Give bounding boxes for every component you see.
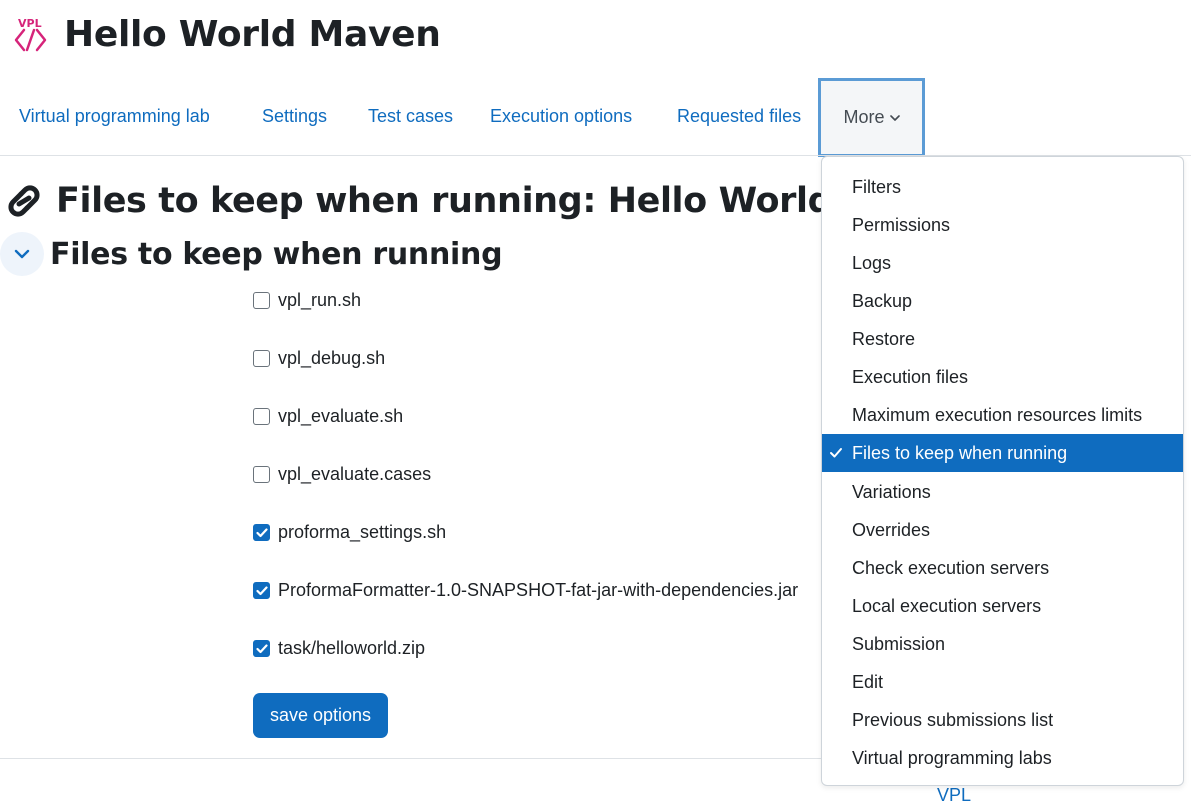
checkmark-icon: [255, 527, 268, 537]
file-row: vpl_run.sh: [253, 290, 361, 311]
chevron-down-icon: [889, 115, 900, 121]
file-row: task/helloworld.zip: [253, 638, 425, 659]
link-icon: [8, 185, 40, 217]
menu-item-permissions[interactable]: Permissions: [822, 206, 1183, 244]
file-checkbox[interactable]: [253, 350, 270, 367]
tab-test-cases[interactable]: Test cases: [368, 106, 453, 127]
menu-item-previous-submissions[interactable]: Previous submissions list: [822, 701, 1183, 739]
file-checkbox[interactable]: [253, 292, 270, 309]
file-checkbox[interactable]: [253, 466, 270, 483]
page-title: Hello World Maven: [64, 14, 441, 55]
section-header: Files to keep when running: [0, 232, 503, 276]
file-checkbox[interactable]: [253, 582, 270, 599]
menu-item-backup[interactable]: Backup: [822, 282, 1183, 320]
footer-vpl-link[interactable]: VPL: [937, 785, 971, 802]
menu-item-filters[interactable]: Filters: [822, 168, 1183, 206]
file-checkbox[interactable]: [253, 408, 270, 425]
menu-item-submission[interactable]: Submission: [822, 625, 1183, 663]
checkmark-icon: [255, 585, 268, 595]
menu-item-execution-files[interactable]: Execution files: [822, 358, 1183, 396]
file-label: vpl_evaluate.cases: [278, 464, 432, 484]
menu-item-max-execution-limits[interactable]: Maximum execution resources limits: [822, 396, 1183, 434]
file-label: ProformaFormatter-1.0-SNAPSHOT-fat-jar-w…: [278, 580, 799, 600]
section-heading: Files to keep when running: [50, 236, 503, 272]
file-label: task/helloworld.zip: [278, 638, 426, 658]
file-checkbox[interactable]: [253, 640, 270, 657]
vpl-logo: VPL: [14, 15, 50, 55]
page-header: VPL Hello World Maven: [14, 14, 441, 55]
file-row: ProformaFormatter-1.0-SNAPSHOT-fat-jar-w…: [253, 580, 798, 601]
tab-requested-files[interactable]: Requested files: [677, 106, 801, 127]
file-label: vpl_evaluate.sh: [278, 406, 404, 426]
check-icon: [830, 448, 842, 458]
tab-more-label: More: [843, 107, 885, 127]
menu-item-restore[interactable]: Restore: [822, 320, 1183, 358]
more-dropdown-menu: Filters Permissions Logs Backup Restore …: [821, 156, 1184, 786]
file-label: vpl_debug.sh: [278, 348, 386, 368]
collapse-toggle-button[interactable]: [0, 232, 44, 276]
chevron-down-icon: [14, 249, 30, 259]
menu-item-files-to-keep[interactable]: Files to keep when running: [822, 434, 1183, 472]
menu-item-label: Files to keep when running: [852, 442, 1068, 463]
footer-divider: [0, 758, 830, 759]
tab-more[interactable]: More: [818, 78, 925, 157]
menu-item-variations[interactable]: Variations: [822, 473, 1183, 511]
code-brackets-icon: [14, 28, 47, 51]
menu-item-local-execution-servers[interactable]: Local execution servers: [822, 587, 1183, 625]
file-row: vpl_evaluate.sh: [253, 406, 403, 427]
menu-item-virtual-programming-labs[interactable]: Virtual programming labs: [822, 739, 1183, 777]
tab-execution-options[interactable]: Execution options: [490, 106, 632, 127]
menu-item-overrides[interactable]: Overrides: [822, 511, 1183, 549]
file-label: vpl_run.sh: [278, 290, 362, 310]
menu-item-check-execution-servers[interactable]: Check execution servers: [822, 549, 1183, 587]
menu-item-logs[interactable]: Logs: [822, 244, 1183, 282]
checkmark-icon: [255, 643, 268, 653]
tab-settings[interactable]: Settings: [262, 106, 327, 127]
menu-item-edit[interactable]: Edit: [822, 663, 1183, 701]
file-row: vpl_evaluate.cases: [253, 464, 431, 485]
file-row: proforma_settings.sh: [253, 522, 446, 543]
tab-virtual-programming-lab[interactable]: Virtual programming lab: [19, 106, 210, 127]
file-label: proforma_settings.sh: [278, 522, 447, 542]
file-checkbox[interactable]: [253, 524, 270, 541]
save-options-button[interactable]: save options: [253, 693, 388, 738]
page: VPL Hello World Maven Virtual programmin…: [0, 0, 1191, 802]
file-row: vpl_debug.sh: [253, 348, 385, 369]
